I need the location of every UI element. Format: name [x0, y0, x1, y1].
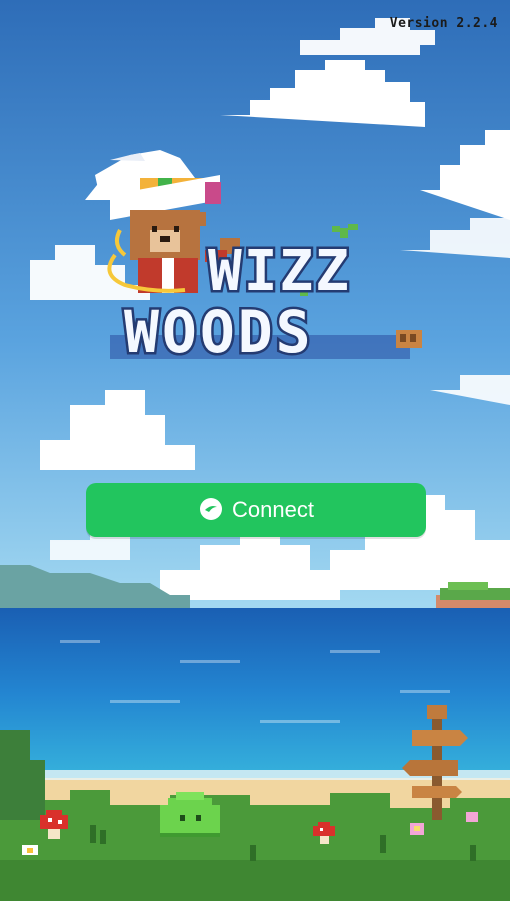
- logo-badge-icon: [396, 330, 422, 348]
- logo-line1: WIZZ: [208, 239, 351, 304]
- connect-button-label: Connect: [232, 497, 314, 522]
- logo-line2: WOODS: [124, 298, 314, 366]
- green-slime-icon: [160, 792, 220, 837]
- chat-bubble-icon: [198, 496, 224, 525]
- connect-button[interactable]: Connect: [86, 483, 426, 537]
- version-label: Version 2.2.4: [389, 16, 498, 31]
- game-title-screen: WIZZ WOODS Version 2.2.4 Connect: [0, 0, 510, 901]
- background-scene: WIZZ WOODS: [0, 0, 510, 901]
